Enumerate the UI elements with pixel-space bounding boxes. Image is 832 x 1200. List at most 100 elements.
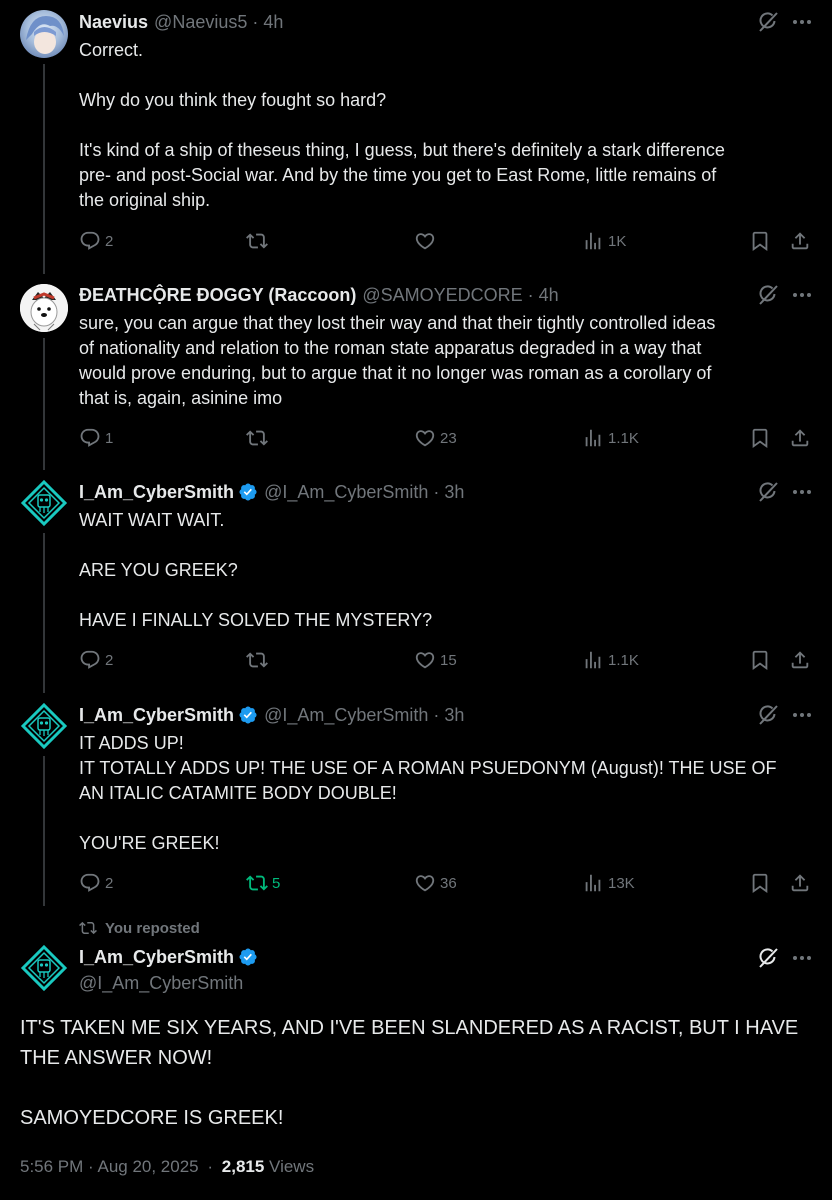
repost-icon <box>246 427 268 449</box>
share-button[interactable] <box>789 228 811 254</box>
repost-button[interactable] <box>246 647 272 673</box>
bookmark-button[interactable] <box>749 228 771 254</box>
bookmark-button[interactable] <box>749 647 771 673</box>
tweet-meta: 5:56 PM · Aug 20, 2025 · 2,815 Views <box>20 1157 314 1177</box>
bookmark-button[interactable] <box>749 425 771 451</box>
more-icon[interactable] <box>790 946 814 970</box>
like-button[interactable]: 15 <box>414 647 457 673</box>
tweet-time[interactable]: 5:56 PM · Aug 20, 2025 <box>20 1157 199 1176</box>
reply-icon <box>79 427 101 449</box>
grok-icon[interactable] <box>756 10 780 34</box>
like-count: 23 <box>440 429 457 447</box>
grok-icon[interactable] <box>756 480 780 504</box>
handle[interactable]: @I_Am_CyberSmith <box>79 972 243 994</box>
views-button[interactable]: 13K <box>582 870 635 896</box>
display-name[interactable]: ĐEATHCỘRE ĐOGGY (Raccoon) <box>79 284 356 306</box>
share-icon <box>789 230 811 252</box>
like-button[interactable] <box>414 228 440 254</box>
repost-button[interactable] <box>246 425 272 451</box>
tweet-text: Correct. Why do you think they fought so… <box>79 40 725 210</box>
reply-button[interactable]: 1 <box>79 425 113 451</box>
repost-icon <box>79 919 97 937</box>
view-count: 13K <box>608 874 635 892</box>
separator: · <box>433 482 440 502</box>
handle[interactable]: @I_Am_CyberSmith <box>264 704 428 726</box>
display-name[interactable]: Naevius <box>79 11 148 33</box>
separator: · <box>252 12 259 32</box>
views-icon <box>582 649 604 671</box>
like-button[interactable]: 36 <box>414 870 457 896</box>
repost-count: 5 <box>272 874 281 892</box>
display-name[interactable]: I_Am_CyberSmith <box>79 946 234 968</box>
like-button[interactable]: 23 <box>414 425 457 451</box>
avatar[interactable] <box>20 702 68 750</box>
bookmark-icon <box>749 872 771 894</box>
view-count: 1K <box>608 232 627 250</box>
reply-icon <box>79 230 101 252</box>
views-button[interactable]: 1.1K <box>582 647 639 673</box>
action-bar: 2 15 1.1K <box>0 647 832 673</box>
bookmark-icon <box>749 230 771 252</box>
timestamp[interactable]: 3h <box>444 704 464 726</box>
tweet-header: Naevius @Naevius5 · 4h <box>79 11 283 33</box>
tweet-text: sure, you can argue that they lost their… <box>79 313 716 408</box>
more-icon[interactable] <box>790 480 814 504</box>
repost-note: You reposted <box>79 919 200 937</box>
bookmark-icon <box>749 427 771 449</box>
avatar[interactable] <box>20 479 68 527</box>
share-button[interactable] <box>789 870 811 896</box>
avatar[interactable] <box>20 284 68 332</box>
separator: · <box>433 705 440 725</box>
verified-badge-icon <box>238 705 258 725</box>
repost-button[interactable]: 5 <box>246 870 280 896</box>
tweet-text: WAIT WAIT WAIT. ARE YOU GREEK? HAVE I FI… <box>79 510 433 630</box>
repost-icon <box>246 649 268 671</box>
reply-button[interactable]: 2 <box>79 870 113 896</box>
reply-icon <box>79 872 101 894</box>
views-button[interactable]: 1.1K <box>582 425 639 451</box>
avatar[interactable] <box>20 10 68 58</box>
grok-icon[interactable] <box>756 283 780 307</box>
bookmark-button[interactable] <box>749 870 771 896</box>
share-icon <box>789 872 811 894</box>
grok-icon[interactable] <box>756 703 780 727</box>
share-icon <box>789 649 811 671</box>
reply-button[interactable]: 2 <box>79 647 113 673</box>
timestamp[interactable]: 3h <box>444 481 464 503</box>
grok-icon[interactable] <box>756 946 780 970</box>
more-icon[interactable] <box>790 283 814 307</box>
timestamp[interactable]: 4h <box>539 284 559 306</box>
bookmark-icon <box>749 649 771 671</box>
share-button[interactable] <box>789 647 811 673</box>
repost-note-label: You reposted <box>105 919 200 937</box>
reply-count: 2 <box>105 651 114 669</box>
heart-icon <box>414 427 436 449</box>
reply-button[interactable]: 2 <box>79 228 113 254</box>
share-icon <box>789 427 811 449</box>
reply-count: 2 <box>105 232 114 250</box>
tweet-header: ĐEATHCỘRE ĐOGGY (Raccoon) @SAMOYEDCORE ·… <box>79 284 559 306</box>
view-count: 1.1K <box>608 651 639 669</box>
heart-icon <box>414 230 436 252</box>
more-icon[interactable] <box>790 703 814 727</box>
display-name[interactable]: I_Am_CyberSmith <box>79 481 234 503</box>
handle[interactable]: @Naevius5 <box>154 11 247 33</box>
display-name[interactable]: I_Am_CyberSmith <box>79 704 234 726</box>
tweet-text: IT ADDS UP! IT TOTALLY ADDS UP! THE USE … <box>79 733 777 853</box>
more-icon[interactable] <box>790 10 814 34</box>
avatar[interactable] <box>20 944 68 992</box>
share-button[interactable] <box>789 425 811 451</box>
repost-button[interactable] <box>246 228 272 254</box>
handle[interactable]: @I_Am_CyberSmith <box>264 481 428 503</box>
heart-icon <box>414 649 436 671</box>
reply-count: 2 <box>105 874 114 892</box>
action-bar: 1 23 1.1K <box>0 425 832 451</box>
handle[interactable]: @SAMOYEDCORE <box>362 284 522 306</box>
repost-icon <box>246 230 268 252</box>
views-button[interactable]: 1K <box>582 228 626 254</box>
tweet-header: I_Am_CyberSmith @I_Am_CyberSmith · 3h <box>79 704 464 726</box>
action-bar: 2 1K <box>0 228 832 254</box>
like-count: 36 <box>440 874 457 892</box>
timestamp[interactable]: 4h <box>263 11 283 33</box>
separator: · <box>527 285 534 305</box>
